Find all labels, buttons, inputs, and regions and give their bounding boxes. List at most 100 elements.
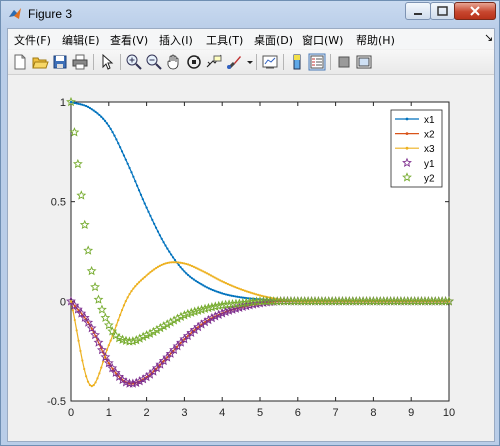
data-point-x1	[224, 293, 228, 296]
data-point-x3	[164, 262, 167, 265]
toolbar-separator	[256, 54, 257, 70]
data-point-x3	[69, 300, 73, 303]
data-point-x1	[94, 110, 97, 113]
legend-icon[interactable]	[308, 53, 326, 71]
data-point-x1	[198, 282, 201, 285]
menu-desktop[interactable]: 桌面(D)	[254, 32, 293, 48]
x-tick-label: 6	[295, 407, 301, 419]
figure-toolbar	[8, 50, 494, 75]
data-point-x3	[117, 319, 120, 322]
zoom-out-icon[interactable]	[145, 53, 163, 71]
data-point-x1	[96, 112, 99, 115]
data-point-x1	[207, 287, 211, 290]
data-point-x1	[130, 171, 133, 174]
new-file-icon[interactable]	[11, 53, 29, 71]
menu-file[interactable]: 文件(F)	[14, 32, 51, 48]
x-tick-label: 10	[443, 407, 455, 419]
minimize-button[interactable]	[405, 2, 431, 20]
data-point-x1	[228, 294, 231, 297]
pointer-icon[interactable]	[98, 53, 116, 71]
menu-tools[interactable]: 工具(T)	[206, 32, 243, 48]
x-tick-label: 9	[408, 407, 414, 419]
print-icon[interactable]	[71, 53, 89, 71]
data-point-x3	[115, 324, 118, 327]
close-button[interactable]	[454, 2, 496, 20]
data-point-x3	[160, 263, 163, 267]
data-point-x1	[166, 247, 169, 250]
menu-help[interactable]: 帮助(H)	[356, 32, 395, 48]
data-point-x1	[137, 189, 141, 192]
data-point-x3	[194, 266, 197, 269]
link-plot-icon[interactable]	[261, 53, 279, 71]
toolbar-separator	[330, 54, 331, 70]
figure-canvas[interactable]: 0 1 2 3 4 5 6 7 8 9 10 -0.5 0 0.5 1 x1 x2 x3 y1 y2	[8, 75, 494, 441]
maximize-button[interactable]	[430, 2, 455, 20]
data-point-x3	[102, 360, 105, 363]
data-point-x1	[113, 134, 116, 137]
data-point-x3	[209, 274, 212, 277]
data-point-x1	[170, 253, 173, 256]
data-point-x3	[81, 359, 84, 362]
zoom-in-icon[interactable]	[125, 53, 143, 71]
show-plot-tools-icon[interactable]	[355, 53, 373, 71]
data-point-x3	[156, 265, 160, 269]
data-point-x3	[192, 265, 195, 268]
hide-plot-tools-icon[interactable]	[335, 53, 353, 71]
x-tick-label: 2	[144, 407, 150, 419]
data-point-x1	[147, 210, 150, 213]
data-point-x3	[202, 270, 205, 273]
brush-dropdown-icon[interactable]	[241, 53, 253, 71]
legend-label-x2: x2	[424, 130, 435, 141]
data-point-x3	[190, 264, 194, 268]
data-point-x3	[173, 261, 177, 264]
menu-edit[interactable]: 编辑(E)	[62, 32, 100, 48]
data-point-x1	[77, 102, 80, 105]
data-point-x1	[219, 291, 222, 294]
data-point-x3	[158, 264, 161, 267]
data-point-x3	[122, 304, 126, 307]
pan-icon[interactable]	[165, 53, 183, 71]
data-point-x3	[234, 286, 237, 289]
data-point-x3	[205, 272, 209, 275]
menu-insert[interactable]: 插入(I)	[159, 32, 193, 48]
data-point-x1	[149, 214, 152, 217]
data-point-x3	[119, 313, 122, 317]
data-point-x3	[187, 263, 190, 266]
rotate-3d-icon[interactable]	[185, 53, 203, 71]
data-point-x3	[188, 264, 192, 267]
data-point-x3	[105, 348, 109, 352]
data-point-x1	[211, 288, 214, 292]
open-folder-icon[interactable]	[31, 53, 49, 71]
data-point-x1	[154, 226, 158, 229]
data-point-x1	[136, 184, 139, 187]
title-bar[interactable]: Figure 3	[1, 1, 499, 27]
data-point-x3	[130, 290, 133, 293]
data-point-x1	[158, 234, 161, 237]
data-point-x1	[109, 127, 112, 130]
data-point-x2	[90, 327, 93, 330]
data-point-x1	[194, 279, 197, 282]
data-point-x2	[107, 362, 110, 365]
data-point-x3	[221, 280, 224, 283]
data-cursor-icon[interactable]	[205, 53, 223, 71]
data-point-x1	[111, 131, 114, 134]
data-point-x1	[75, 102, 78, 105]
data-point-x1	[213, 289, 216, 292]
plot-axes[interactable]: 0 1 2 3 4 5 6 7 8 9 10-0.500.51x1x2x3y1y2	[8, 75, 494, 441]
data-point-x1	[151, 218, 154, 221]
data-point-x3	[153, 268, 156, 271]
menu-window[interactable]: 窗口(W)	[302, 32, 343, 48]
data-point-x1	[88, 106, 91, 110]
x-tick-label: 8	[370, 407, 376, 419]
data-point-x1	[126, 162, 129, 165]
menu-view[interactable]: 查看(V)	[110, 32, 148, 48]
menubar-dock-arrow-icon[interactable]: ↘	[484, 31, 493, 44]
data-point-x3	[100, 366, 103, 369]
data-point-x1	[141, 198, 144, 201]
y-tick-label: 0.5	[51, 197, 66, 209]
legend-label-y1: y1	[424, 159, 435, 170]
save-icon[interactable]	[51, 53, 69, 71]
colorbar-icon[interactable]	[288, 53, 306, 71]
menu-bar: 文件(F) 编辑(E) 查看(V) 插入(I) 工具(T) 桌面(D) 窗口(W…	[8, 29, 494, 49]
data-point-x3	[241, 288, 245, 292]
